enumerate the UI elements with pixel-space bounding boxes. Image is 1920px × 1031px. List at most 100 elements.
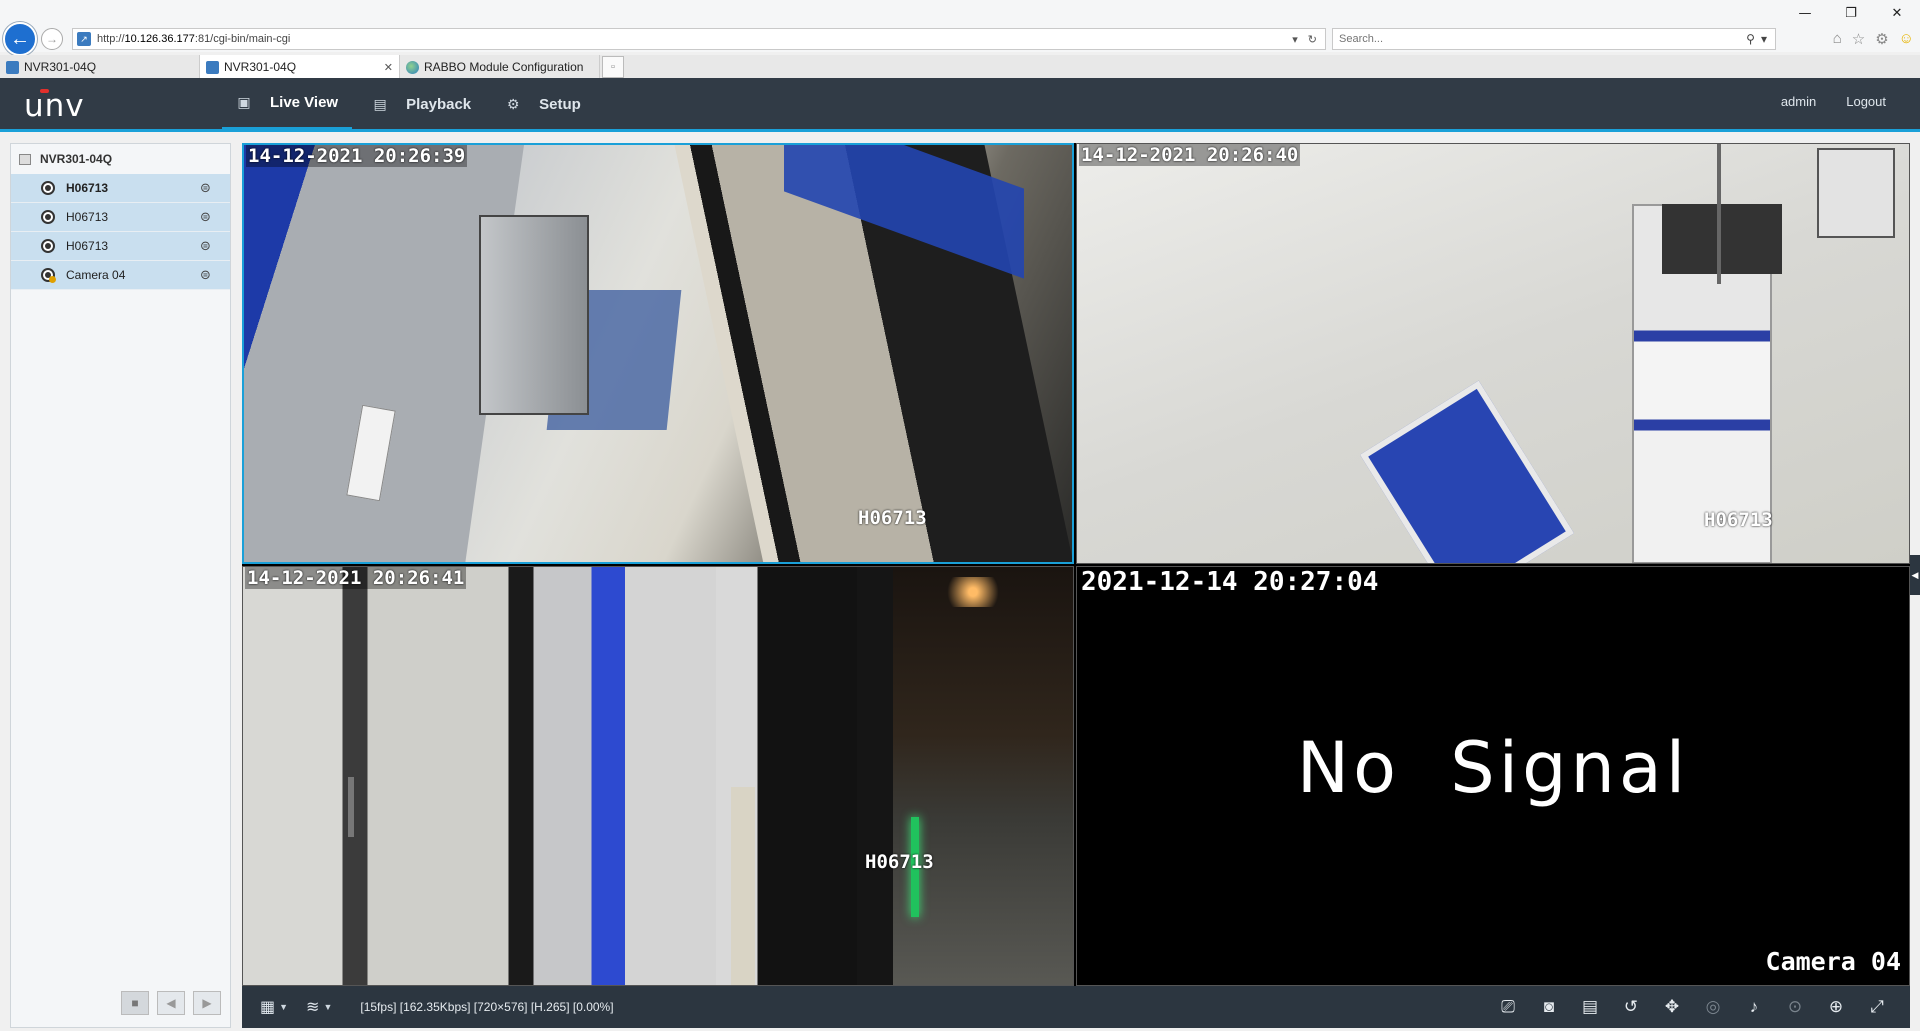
instant-playback-icon[interactable]: ↺ [1618, 994, 1644, 1020]
ptz-control-icon[interactable]: ✥ [1659, 994, 1685, 1020]
arrow-left-icon: ◀ [166, 996, 176, 1010]
osd-timestamp: 2021-12-14 20:27:04 [1081, 567, 1379, 597]
stream-icon: ≋ [306, 999, 320, 1016]
arrow-right-icon: ▶ [202, 996, 212, 1010]
video-pane-3[interactable]: 14-12-2021 20:26:41 H06713 [242, 566, 1074, 986]
camera-warning-icon [41, 268, 56, 283]
record-icon[interactable]: ⊜ [200, 181, 216, 195]
tab-globe-icon [406, 60, 419, 74]
digital-zoom-icon[interactable]: ◎ [1700, 994, 1726, 1020]
logout-link[interactable]: Logout [1846, 94, 1886, 109]
app-header: unv ▣ Live View ▤ Playback ⚙ Setup admin… [0, 78, 1920, 132]
stop-all-button[interactable]: ■ [121, 991, 149, 1015]
search-icon[interactable]: ⚲ [1746, 32, 1755, 46]
device-tree-root[interactable]: NVR301-04Q [11, 144, 230, 174]
device-item[interactable]: H06713 ⊜ [11, 203, 230, 232]
osd-timestamp: 14-12-2021 20:26:39 [246, 145, 468, 167]
username-link[interactable]: admin [1781, 94, 1816, 109]
main-nav: ▣ Live View ▤ Playback ⚙ Setup [222, 78, 601, 130]
new-tab-button[interactable]: ▫ [602, 56, 624, 78]
next-page-button[interactable]: ▶ [193, 991, 221, 1015]
chevron-down-icon: ▼ [279, 1002, 289, 1012]
layout-select-button[interactable]: ▦ ▼ [254, 993, 294, 1021]
live-view-toolbar: ▦ ▼ ≋ ▼ [15fps] [162.35Kbps] [720×576] [H.… [242, 986, 1910, 1028]
camera-feed-image [1077, 144, 1909, 563]
browser-tab-2[interactable]: NVR301-04Q ✕ [200, 55, 400, 79]
home-icon[interactable]: ⌂ [1833, 30, 1842, 48]
zoom-3d-icon[interactable]: ⊕ [1823, 994, 1849, 1020]
browser-tab-1[interactable]: NVR301-04Q [0, 55, 200, 79]
osd-timestamp: 14-12-2021 20:26:40 [1079, 144, 1301, 166]
browser-tab-3[interactable]: RABBO Module Configuration [400, 55, 600, 79]
chevron-left-icon: ◀ [1911, 569, 1919, 580]
user-area: admin Logout [1781, 94, 1886, 109]
video-pane-1[interactable]: 14-12-2021 20:26:39 H06713 [242, 143, 1074, 564]
address-bar[interactable]: ↗ http://10.126.36.177:81/cgi-bin/main-c… [72, 28, 1326, 50]
logo: unv [24, 88, 85, 124]
url-text[interactable]: http://10.126.36.177:81/cgi-bin/main-cgi [97, 33, 1292, 45]
stop-icon: ■ [131, 996, 139, 1010]
record-clip-icon[interactable]: ▤ [1577, 994, 1603, 1020]
minimize-button[interactable]: — [1782, 0, 1828, 26]
logo-dot [40, 89, 49, 93]
device-item[interactable]: H06713 ⊜ [11, 174, 230, 203]
camera-feed-image [243, 567, 1073, 985]
screen-capture-icon[interactable]: ⎚ [1495, 994, 1521, 1020]
snapshot-camera-icon[interactable]: ◙ [1536, 994, 1562, 1020]
forward-button[interactable]: → [41, 28, 63, 50]
osd-camera-name: Camera 04 [1765, 947, 1901, 976]
close-window-button[interactable]: ✕ [1874, 0, 1920, 26]
video-pane-2[interactable]: 14-12-2021 20:26:40 H06713 [1076, 143, 1910, 564]
osd-camera-name: H06713 [1704, 509, 1773, 531]
new-tab-icon: ▫ [611, 61, 615, 73]
camera-icon [41, 210, 55, 224]
close-tab-icon[interactable]: ✕ [384, 61, 393, 74]
refresh-icon[interactable]: ↻ [1308, 33, 1317, 46]
search-box[interactable]: ⚲ ▾ [1332, 28, 1776, 50]
no-signal-message: No Signal [1296, 727, 1690, 809]
tab-favicon-icon [206, 60, 219, 74]
restore-button[interactable]: ❐ [1828, 0, 1874, 26]
osd-timestamp: 14-12-2021 20:26:41 [245, 567, 467, 589]
nvr-icon [19, 153, 31, 165]
sidebar-footer: ■ ◀ ▶ [121, 991, 221, 1015]
device-sidebar: NVR301-04Q H06713 ⊜ H06713 ⊜ H06713 ⊜ Ca… [10, 143, 231, 1028]
microphone-icon[interactable]: ⊙ [1782, 994, 1808, 1020]
browser-tab-bar: NVR301-04Q NVR301-04Q ✕ RABBO Module Con… [0, 55, 1920, 79]
grid-layout-icon: ▦ [260, 999, 276, 1016]
favorites-star-icon[interactable]: ☆ [1852, 30, 1865, 48]
stream-select-button[interactable]: ≋ ▼ [300, 993, 338, 1021]
feedback-smiley-icon[interactable]: ☺ [1899, 30, 1914, 48]
arrow-left-icon: ← [10, 27, 30, 50]
search-dropdown-icon[interactable]: ▾ [1761, 32, 1767, 46]
video-pane-4[interactable]: 2021-12-14 20:27:04 No Signal Camera 04 [1076, 566, 1910, 986]
device-item[interactable]: H06713 ⊜ [11, 232, 230, 261]
previous-page-button[interactable]: ◀ [157, 991, 185, 1015]
audio-speaker-icon[interactable]: ♪ [1741, 994, 1767, 1020]
tab-live-view[interactable]: ▣ Live View [222, 78, 353, 130]
browser-chrome: — ❐ ✕ ← → ↗ http://10.126.36.177:81/cgi-… [0, 0, 1920, 56]
dropdown-arrow-icon[interactable]: ▾ [1292, 33, 1298, 46]
chevron-down-icon: ▼ [323, 1002, 333, 1012]
tab-setup[interactable]: ⚙ Setup [491, 78, 595, 130]
device-item[interactable]: Camera 04 ⊜ [11, 261, 230, 290]
panel-collapse-handle[interactable]: ◀ [1910, 555, 1920, 595]
window-controls: — ❐ ✕ [1782, 0, 1920, 26]
search-input[interactable] [1339, 33, 1747, 45]
record-icon[interactable]: ⊜ [200, 239, 216, 253]
record-icon[interactable]: ⊜ [200, 268, 216, 282]
camera-icon [41, 239, 55, 253]
osd-camera-name: H06713 [858, 507, 927, 529]
back-button[interactable]: ← [3, 22, 37, 56]
browser-toolbar: ⌂ ☆ ⚙ ☺ [1833, 30, 1914, 48]
monitor-icon: ▣ [237, 94, 251, 110]
tab-favicon-icon [6, 60, 19, 74]
record-icon[interactable]: ⊜ [200, 210, 216, 224]
settings-gear-icon[interactable]: ⚙ [1875, 30, 1888, 48]
film-icon: ▤ [373, 95, 387, 112]
camera-feed-image [244, 145, 1072, 562]
fullscreen-icon[interactable]: ⤢ [1864, 994, 1890, 1020]
video-grid: 14-12-2021 20:26:39 H06713 14-12-2021 20… [242, 143, 1910, 986]
gear-icon: ⚙ [506, 95, 520, 112]
tab-playback[interactable]: ▤ Playback [358, 78, 485, 130]
